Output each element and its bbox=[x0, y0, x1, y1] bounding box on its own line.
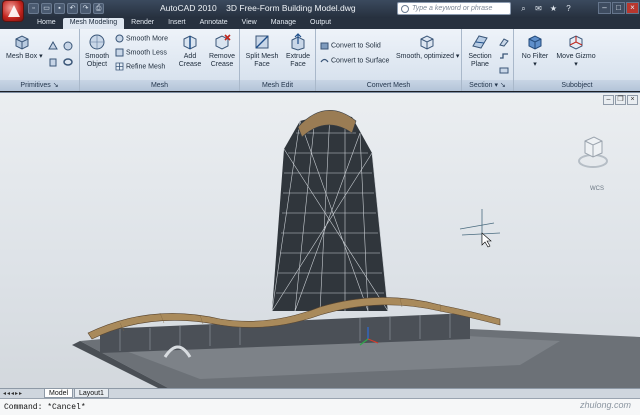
smooth-less-button[interactable]: Smooth Less bbox=[115, 48, 167, 58]
search-icon bbox=[401, 5, 409, 13]
tab-annotate[interactable]: Annotate bbox=[193, 18, 235, 29]
viewport-restore-icon[interactable]: ❐ bbox=[615, 95, 626, 105]
panel-subobject: No Filter ▾ Move Gizmo ▾ Subobject bbox=[514, 29, 640, 91]
smooth-object-icon bbox=[89, 34, 105, 50]
document-name: 3D Free-Form Building Model.dwg bbox=[226, 3, 356, 13]
infocenter-tools: ⌕ ✉ ★ ? bbox=[518, 3, 574, 14]
layout-nav-arrows-icon[interactable]: ◂◂◂▸▸ bbox=[3, 390, 23, 397]
panel-title-convert-mesh: Convert Mesh bbox=[316, 80, 461, 91]
mesh-cone-icon[interactable] bbox=[48, 41, 58, 51]
mesh-cylinder-icon[interactable] bbox=[48, 57, 58, 67]
minimize-icon[interactable]: – bbox=[598, 2, 611, 14]
ribbon: Mesh Box ▾ Primitives ↘ Smooth Object Sm… bbox=[0, 29, 640, 91]
close-icon[interactable]: × bbox=[626, 2, 639, 14]
panel-section: Section Plane Section ▾ ↘ bbox=[462, 29, 514, 91]
title-bar: ▫ ▭ ▪ ↶ ↷ ⎙ AutoCAD 2010 3D Free-Form Bu… bbox=[0, 0, 640, 22]
smooth-more-icon bbox=[115, 34, 124, 43]
smooth-more-button[interactable]: Smooth More bbox=[115, 34, 168, 44]
window-title: AutoCAD 2010 3D Free-Form Building Model… bbox=[160, 3, 356, 13]
extrude-face-button[interactable]: Extrude Face bbox=[282, 33, 314, 68]
panel-title-primitives: Primitives ↘ bbox=[0, 80, 79, 91]
communication-center-icon[interactable]: ✉ bbox=[533, 3, 544, 14]
tab-manage[interactable]: Manage bbox=[264, 18, 303, 29]
mesh-box-button[interactable]: Mesh Box ▾ bbox=[6, 33, 43, 61]
binoculars-icon[interactable]: ⌕ bbox=[518, 3, 529, 14]
search-placeholder: Type a keyword or phrase bbox=[412, 5, 493, 12]
add-jog-icon[interactable] bbox=[499, 51, 509, 61]
redo-icon[interactable]: ↷ bbox=[80, 3, 91, 14]
open-icon[interactable]: ▭ bbox=[41, 3, 52, 14]
remove-crease-icon bbox=[215, 34, 231, 50]
no-filter-dropdown[interactable]: No Filter ▾ bbox=[516, 33, 554, 68]
plot-icon[interactable]: ⎙ bbox=[93, 3, 104, 14]
tab-view[interactable]: View bbox=[235, 18, 264, 29]
tab-render[interactable]: Render bbox=[124, 18, 161, 29]
filter-cube-icon bbox=[528, 35, 542, 50]
tab-layout1[interactable]: Layout1 bbox=[74, 389, 109, 398]
viewport-controls: – ❐ × bbox=[603, 95, 638, 105]
mesh-torus-icon[interactable] bbox=[63, 57, 73, 67]
tab-model[interactable]: Model bbox=[44, 389, 74, 398]
convert-to-solid-button[interactable]: Convert to Solid bbox=[320, 41, 381, 51]
section-plane-button[interactable]: Section Plane bbox=[464, 33, 496, 68]
watermark-text: zhulong.com bbox=[580, 400, 632, 410]
extrude-face-icon bbox=[291, 33, 305, 51]
favorites-icon[interactable]: ★ bbox=[548, 3, 559, 14]
layout-tab-bar: ◂◂◂▸▸ Model Layout1 bbox=[0, 388, 640, 398]
convert-surface-icon bbox=[320, 58, 329, 63]
smooth-optimized-dropdown[interactable]: Smooth, optimized ▾ bbox=[396, 33, 459, 61]
help-icon[interactable]: ? bbox=[563, 3, 574, 14]
generate-section-icon[interactable] bbox=[499, 65, 509, 75]
command-line[interactable]: Command: *Cancel* bbox=[0, 398, 640, 415]
maximize-icon[interactable]: □ bbox=[612, 2, 625, 14]
move-gizmo-dropdown[interactable]: Move Gizmo ▾ bbox=[554, 33, 598, 68]
add-crease-icon bbox=[183, 35, 197, 50]
panel-title-section: Section ▾ ↘ bbox=[462, 80, 513, 91]
move-gizmo-icon bbox=[569, 35, 583, 50]
refine-mesh-button[interactable]: Refine Mesh bbox=[115, 62, 165, 72]
tab-home[interactable]: Home bbox=[30, 18, 63, 29]
tab-output[interactable]: Output bbox=[303, 18, 338, 29]
panel-title-subobject: Subobject bbox=[514, 80, 640, 91]
section-plane-icon bbox=[472, 35, 488, 49]
live-section-icon[interactable] bbox=[499, 37, 509, 47]
app-name: AutoCAD 2010 bbox=[160, 3, 217, 13]
search-input[interactable]: Type a keyword or phrase bbox=[397, 2, 511, 15]
tab-mesh-modeling[interactable]: Mesh Modeling bbox=[62, 18, 125, 29]
tab-insert[interactable]: Insert bbox=[161, 18, 193, 29]
mesh-sphere-icon[interactable] bbox=[63, 41, 73, 51]
viewport-minimize-icon[interactable]: – bbox=[603, 95, 614, 105]
panel-mesh: Smooth Object Smooth More Smooth Less Re… bbox=[80, 29, 240, 91]
panel-convert-mesh: Convert to Solid Convert to Surface Smoo… bbox=[316, 29, 462, 91]
remove-crease-button[interactable]: Remove Crease bbox=[206, 33, 238, 68]
new-icon[interactable]: ▫ bbox=[28, 3, 39, 14]
viewport-close-icon[interactable]: × bbox=[627, 95, 638, 105]
panel-mesh-edit: Split Mesh Face Extrude Face Mesh Edit bbox=[240, 29, 316, 91]
application-menu-button[interactable] bbox=[2, 0, 24, 22]
viewcube-icon[interactable] bbox=[578, 133, 608, 173]
mesh-box-icon bbox=[15, 35, 29, 50]
save-icon[interactable]: ▪ bbox=[54, 3, 65, 14]
split-face-icon bbox=[255, 35, 269, 49]
smooth-object-button[interactable]: Smooth Object bbox=[82, 33, 112, 68]
ribbon-tab-bar: Home Mesh Modeling Render Insert Annotat… bbox=[0, 18, 640, 29]
undo-icon[interactable]: ↶ bbox=[67, 3, 78, 14]
split-mesh-face-button[interactable]: Split Mesh Face bbox=[244, 33, 280, 68]
convert-to-surface-button[interactable]: Convert to Surface bbox=[320, 56, 389, 66]
wcs-label[interactable]: WCS bbox=[590, 186, 604, 192]
panel-title-mesh-edit: Mesh Edit bbox=[240, 80, 315, 91]
window-controls: – □ × bbox=[598, 2, 639, 14]
quick-access-toolbar: ▫ ▭ ▪ ↶ ↷ ⎙ bbox=[28, 3, 104, 15]
refine-mesh-icon bbox=[115, 62, 124, 71]
panel-primitives: Mesh Box ▾ Primitives ↘ bbox=[0, 29, 80, 91]
smooth-optimized-icon bbox=[420, 35, 434, 50]
panel-title-mesh: Mesh bbox=[80, 80, 239, 91]
building-model bbox=[72, 110, 640, 388]
drawing-viewport[interactable]: – ❐ × WCS bbox=[0, 92, 640, 388]
smooth-less-icon bbox=[115, 48, 124, 57]
add-crease-button[interactable]: Add Crease bbox=[176, 33, 204, 68]
convert-solid-icon bbox=[320, 42, 329, 50]
command-history-text: Command: *Cancel* bbox=[4, 403, 86, 412]
